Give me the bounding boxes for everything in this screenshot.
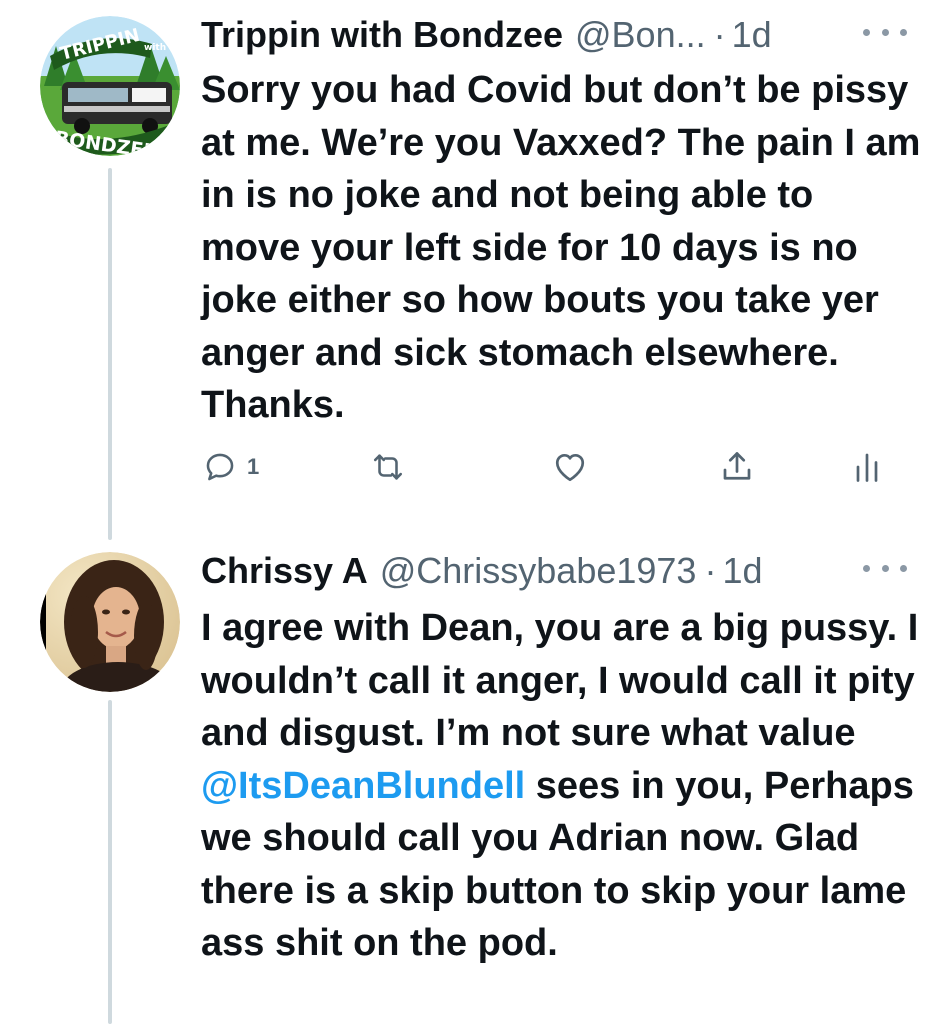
tweet-text-part: I agree with Dean, you are a big pussy. … [201,607,919,754]
thread-line-bottom [108,700,112,1024]
separator-dot: · [713,14,726,55]
avatar-chrissy-a[interactable] [40,552,180,692]
more-options-icon[interactable] [863,22,907,42]
author-name[interactable]: Chrissy A [201,546,368,596]
mention-link[interactable]: @ItsDeanBlundell [201,765,525,807]
retweet-icon [369,450,407,484]
tweet-header: Chrissy A @Chrissybabe1973 · 1d [201,546,907,596]
reply-count: 1 [247,454,260,479]
tweet-header: Trippin with Bondzee @Bon... · 1d [201,10,907,60]
reply-button[interactable]: 1 [203,442,259,492]
avatar-trippin-with-bondzee[interactable]: TRIPPIN with BONDZEE [40,16,180,156]
retweet-button[interactable] [369,442,407,492]
avatar-logo-text-small: with [144,43,166,53]
tweet-text: Sorry you had Covid but don’t be pissy a… [201,69,921,426]
author-name[interactable]: Trippin with Bondzee [201,10,563,60]
share-button[interactable] [719,442,755,492]
tweet-timestamp[interactable]: 1d [722,546,762,596]
author-handle[interactable]: @Bon... [575,10,706,60]
tweet-timestamp[interactable]: 1d [732,10,772,60]
separator-dot: · [704,550,717,591]
heart-icon [551,449,589,485]
analytics-button[interactable] [853,442,881,492]
tweet-actions: 1 [201,442,901,492]
reply-icon [203,450,237,484]
tweet-text: I agree with Dean, you are a big pussy. … [201,602,921,970]
author-handle[interactable]: @Chrissybabe1973 [380,546,697,596]
thread-line-top [108,168,112,540]
like-button[interactable] [551,442,589,492]
more-options-icon[interactable] [863,558,907,578]
share-icon [719,448,755,486]
analytics-icon [853,449,881,485]
